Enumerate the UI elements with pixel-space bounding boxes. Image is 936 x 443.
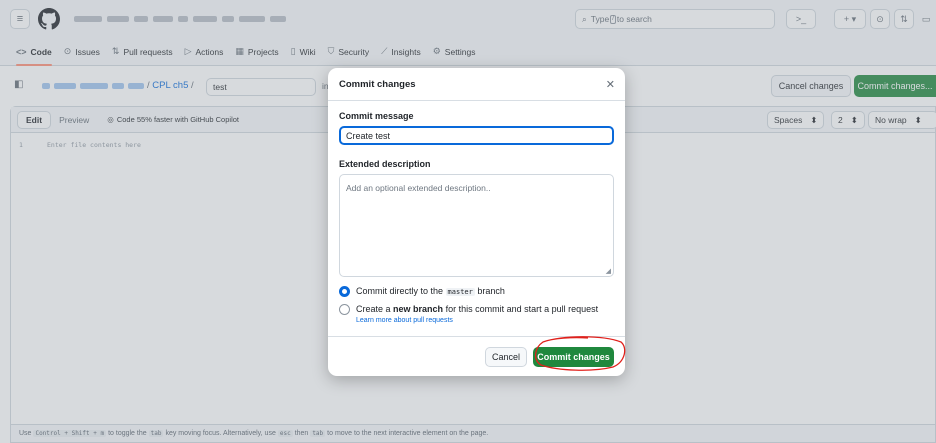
commit-direct-option[interactable]: Commit directly to the master branch: [339, 286, 614, 297]
extended-description-textarea[interactable]: Add an optional extended description.. ◢: [339, 174, 614, 277]
commit-message-label: Commit message: [339, 111, 414, 121]
new-branch-option[interactable]: Create a new branch for this commit and …: [339, 304, 614, 324]
commit-message-input[interactable]: Create test: [339, 126, 614, 145]
dialog-title: Commit changes: [339, 78, 416, 90]
red-circle-annotation: [534, 336, 626, 371]
extended-description-label: Extended description: [339, 159, 431, 169]
dialog-body: Commit message Create test Extended desc…: [328, 100, 625, 324]
close-icon[interactable]: ✕: [606, 78, 615, 91]
dialog-header: Commit changes ✕: [328, 68, 625, 100]
learn-more-link[interactable]: Learn more about pull requests: [356, 317, 598, 324]
radio-new-branch[interactable]: [339, 304, 350, 315]
commit-dialog: Commit changes ✕ Commit message Create t…: [328, 68, 625, 376]
radio-commit-direct[interactable]: [339, 286, 350, 297]
cancel-button[interactable]: Cancel: [485, 347, 527, 367]
resize-handle-icon[interactable]: ◢: [606, 267, 611, 275]
